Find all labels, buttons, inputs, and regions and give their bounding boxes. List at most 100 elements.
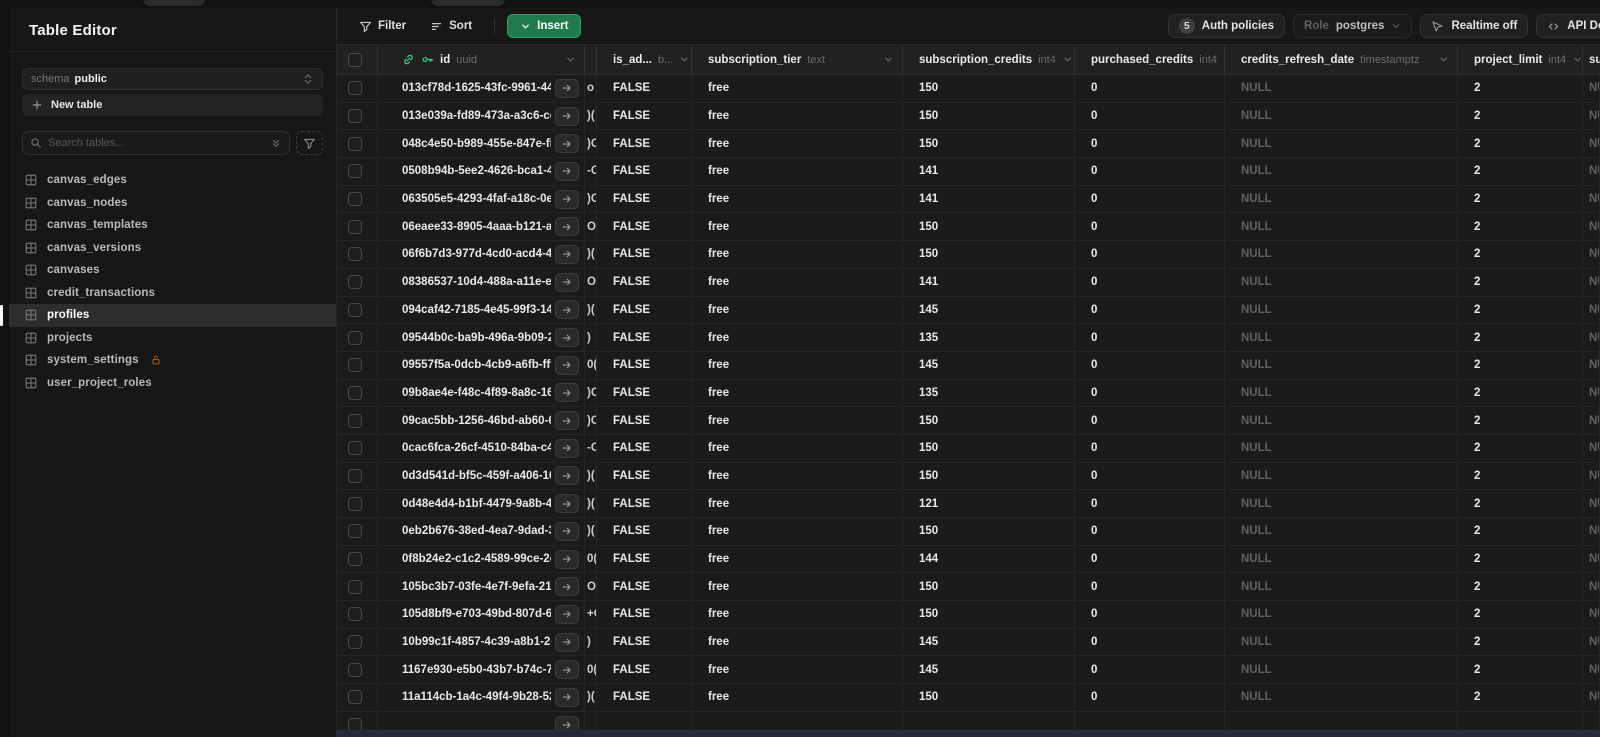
sidebar-table-item[interactable]: canvas_nodes [9, 192, 336, 215]
expand-row-button[interactable] [555, 189, 579, 209]
expand-row-button[interactable] [555, 660, 579, 680]
project-limit-cell: 2 [1458, 462, 1583, 490]
row-checkbox[interactable] [348, 109, 362, 124]
chevron-down-icon[interactable] [1572, 54, 1582, 65]
row-checkbox[interactable] [348, 275, 362, 290]
new-table-button[interactable]: New table [22, 94, 323, 116]
sort-button[interactable]: Sort [420, 14, 482, 38]
expand-row-button[interactable] [555, 383, 579, 403]
sidebar-table-item[interactable]: credit_transactions [9, 282, 336, 305]
column-header-id[interactable]: id uuid [378, 45, 585, 74]
chevron-down-icon[interactable] [679, 54, 690, 65]
expand-row-button[interactable] [555, 632, 579, 652]
row-checkbox[interactable] [348, 358, 362, 373]
filter-button[interactable]: Filter [349, 14, 416, 38]
column-header-subscription-credits[interactable]: subscription_credits int4 [903, 45, 1075, 74]
column-header-clipped[interactable] [585, 45, 597, 74]
expand-row-button[interactable] [555, 494, 579, 514]
expand-row-button[interactable] [555, 577, 579, 597]
subscription-credits-cell: 150 [903, 434, 1075, 462]
purchased-credits-cell: 0 [1075, 601, 1225, 628]
credits-refresh-date-cell: NULL [1225, 601, 1458, 628]
expand-row-button[interactable] [555, 521, 579, 541]
subscription-credits-cell: 135 [903, 379, 1075, 407]
row-checkbox[interactable] [348, 164, 362, 179]
expand-row-button[interactable] [555, 106, 579, 126]
id-cell: 0d48e4d4-b1bf-4479-9a8b-4a4b... [378, 490, 585, 517]
chevron-down-icon[interactable] [1062, 54, 1073, 65]
sidebar-table-item[interactable]: canvas_edges [9, 169, 336, 192]
schema-select[interactable]: schema public [22, 68, 323, 90]
expand-row-button[interactable] [555, 466, 579, 486]
expand-row-button[interactable] [555, 328, 579, 348]
row-checkbox[interactable] [348, 496, 362, 511]
row-checkbox[interactable] [348, 468, 362, 483]
chevron-down-icon[interactable] [1438, 54, 1449, 65]
row-checkbox[interactable] [348, 662, 362, 677]
row-checkbox[interactable] [348, 607, 362, 622]
expand-row-button[interactable] [555, 134, 579, 154]
search-tables-input[interactable] [48, 137, 264, 149]
sidebar-table-item[interactable]: system_settings [9, 349, 336, 372]
expand-row-button[interactable] [555, 687, 579, 707]
role-select-button[interactable]: Role postgres [1292, 14, 1413, 38]
sidebar-table-item[interactable]: profiles [0, 304, 336, 327]
row-checkbox[interactable] [348, 136, 362, 151]
expand-row-button[interactable] [555, 300, 579, 320]
row-checkbox[interactable] [348, 635, 362, 650]
row-checkbox[interactable] [348, 385, 362, 400]
expand-row-button[interactable] [555, 355, 579, 375]
auth-policies-button[interactable]: 5 Auth policies [1167, 14, 1285, 38]
expand-row-button[interactable] [555, 549, 579, 569]
row-checkbox[interactable] [348, 579, 362, 594]
row-checkbox[interactable] [348, 718, 362, 730]
is-admin-cell: FALSE [597, 518, 692, 545]
column-header-clipped-right[interactable]: su [1583, 45, 1600, 74]
chevron-down-icon[interactable] [565, 54, 576, 65]
row-checkbox[interactable] [348, 441, 362, 456]
realtime-toggle-button[interactable]: Realtime off [1420, 14, 1529, 38]
row-checkbox[interactable] [348, 192, 362, 207]
expand-row-button[interactable] [555, 78, 579, 98]
column-header-is-admin[interactable]: is_ad... b... [597, 45, 692, 74]
row-checkbox[interactable] [348, 302, 362, 317]
table-row: 09b8ae4e-f48c-4f89-8a8c-1629b... )C FALS… [337, 379, 1600, 408]
filter-tables-button[interactable] [296, 131, 323, 155]
row-checkbox[interactable] [348, 247, 362, 262]
expand-row-button[interactable] [555, 604, 579, 624]
sidebar-table-item[interactable]: canvas_versions [9, 237, 336, 260]
expand-row-button[interactable] [555, 715, 579, 730]
expand-row-button[interactable] [555, 244, 579, 264]
column-header-purchased-credits[interactable]: purchased_credits int4 [1075, 45, 1225, 74]
row-select-cell [337, 601, 378, 628]
column-header-subscription-tier[interactable]: subscription_tier text [692, 45, 903, 74]
sidebar-table-item[interactable]: projects [9, 327, 336, 350]
expand-row-button[interactable] [555, 161, 579, 181]
clipped-right-cell: NULL [1583, 573, 1600, 601]
insert-button[interactable]: Insert [507, 14, 582, 38]
row-checkbox[interactable] [348, 413, 362, 428]
row-checkbox[interactable] [348, 524, 362, 539]
column-header-credits-refresh-date[interactable]: credits_refresh_date timestamptz [1225, 45, 1458, 74]
select-all-checkbox[interactable] [348, 52, 362, 67]
expand-row-button[interactable] [555, 438, 579, 458]
row-checkbox[interactable] [348, 690, 362, 705]
chevrons-down-icon[interactable] [270, 137, 282, 149]
is-admin-cell: FALSE [597, 601, 692, 628]
sidebar-table-item[interactable]: user_project_roles [9, 372, 336, 395]
row-checkbox[interactable] [348, 219, 362, 234]
sidebar-table-label: system_settings [47, 354, 139, 367]
expand-row-button[interactable] [555, 411, 579, 431]
row-checkbox[interactable] [348, 81, 362, 96]
row-checkbox[interactable] [348, 330, 362, 345]
column-header-project-limit[interactable]: project_limit int4 [1458, 45, 1583, 74]
sidebar-table-item[interactable]: canvas_templates [9, 214, 336, 237]
project-limit-cell: 2 [1458, 656, 1583, 684]
expand-row-button[interactable] [555, 217, 579, 237]
api-docs-button[interactable]: API Do [1536, 14, 1600, 38]
expand-row-button[interactable] [555, 272, 579, 292]
chevron-down-icon[interactable] [883, 54, 894, 65]
row-checkbox[interactable] [348, 552, 362, 567]
filter-label: Filter [378, 20, 407, 32]
sidebar-table-item[interactable]: canvases [9, 259, 336, 282]
